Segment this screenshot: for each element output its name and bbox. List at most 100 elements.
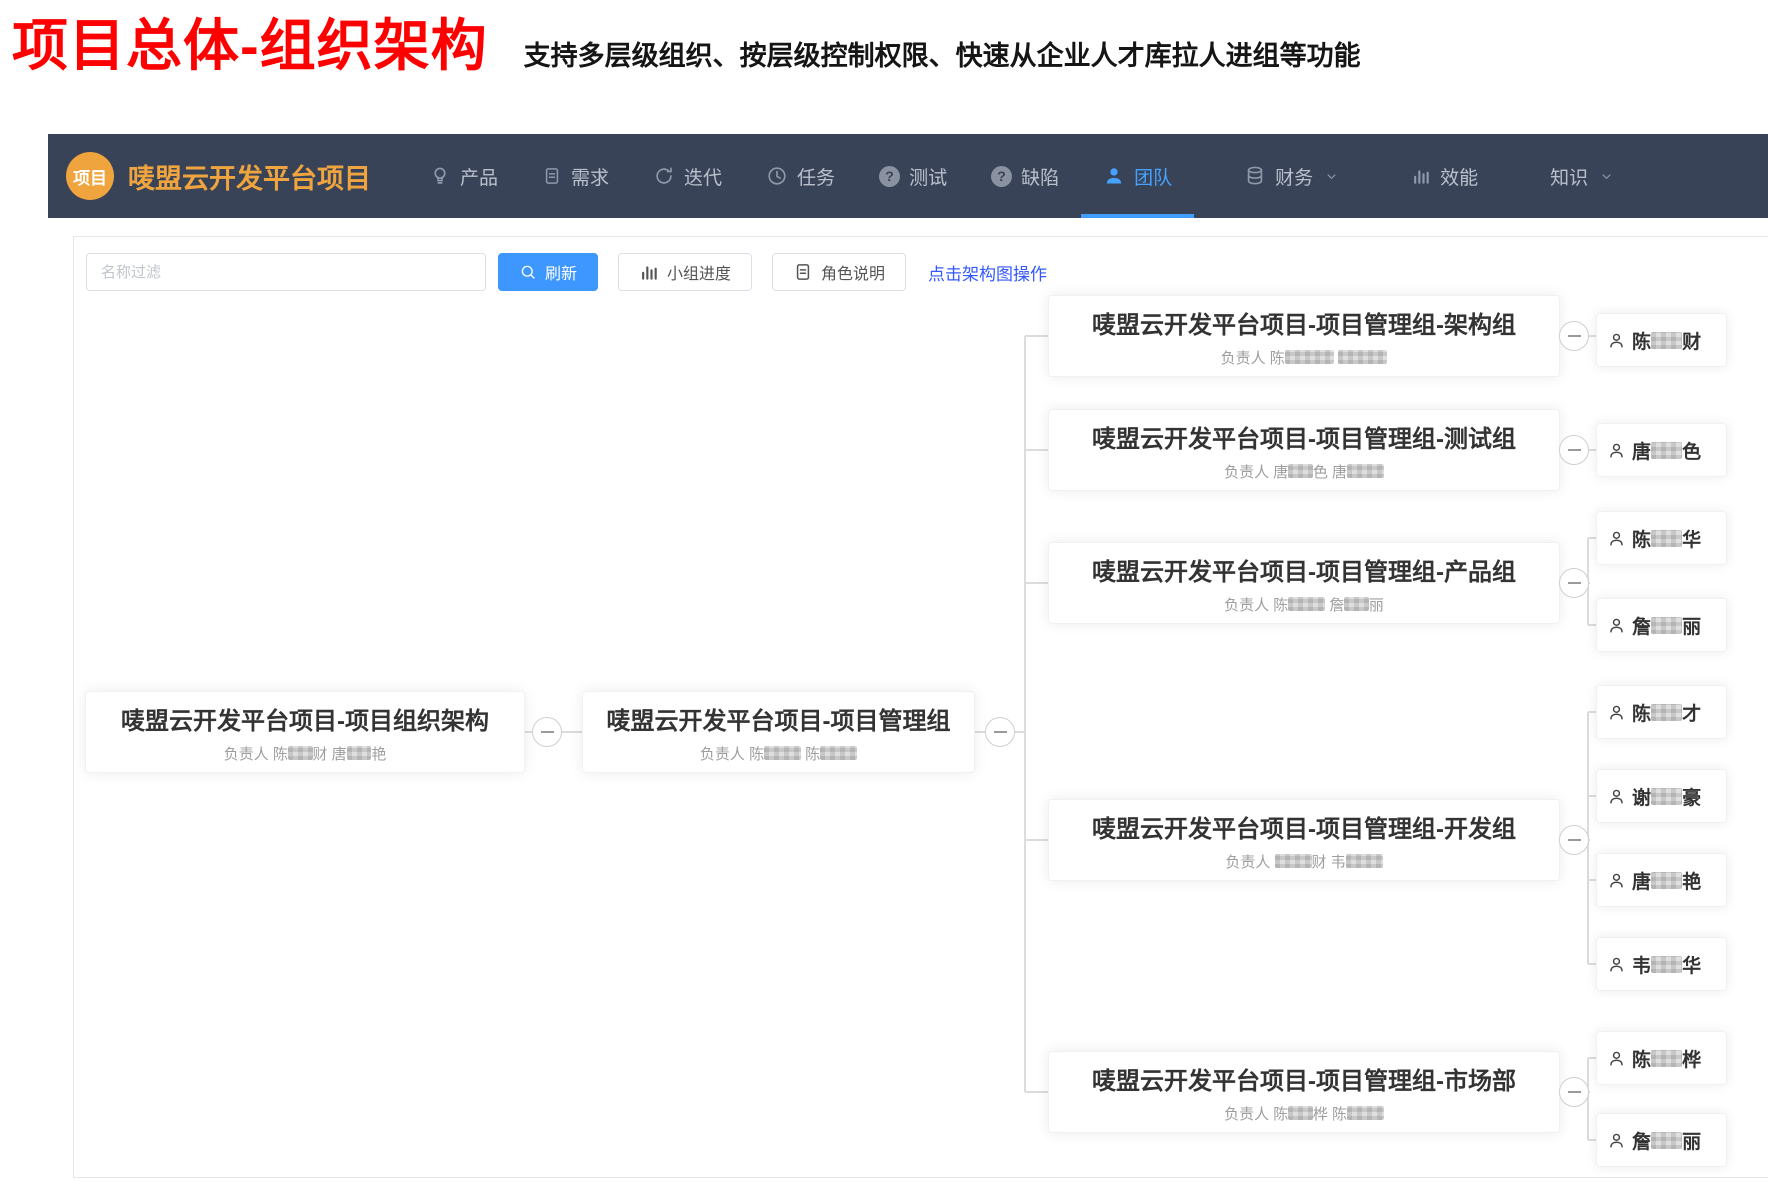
chevron-down-icon bbox=[1599, 169, 1614, 184]
blurred-text bbox=[1347, 464, 1384, 478]
blurred-text bbox=[1651, 442, 1682, 459]
nav-item-label: 需求 bbox=[571, 163, 609, 190]
org-group-node[interactable]: 唛盟云开发平台项目-项目管理组-架构组 负责人 陈 bbox=[1048, 295, 1560, 377]
member-card[interactable]: 韦华 bbox=[1596, 937, 1727, 991]
person-icon bbox=[1607, 703, 1626, 722]
member-card[interactable]: 陈才 bbox=[1596, 685, 1727, 739]
collapse-toggle[interactable] bbox=[1559, 1077, 1589, 1107]
collapse-toggle[interactable] bbox=[1559, 435, 1589, 465]
member-name: 唐艳 bbox=[1632, 867, 1701, 894]
page-subtitle: 支持多层级组织、按层级控制权限、快速从企业人才库拉人进组等功能 bbox=[524, 34, 1361, 73]
org-node-title: 唛盟云开发平台项目-项目管理组-产品组 bbox=[1092, 552, 1516, 587]
navbar-menu: 产品 需求 迭代任务?测试?缺陷 团队 财务 效能知识 bbox=[407, 134, 1636, 218]
blurred-text bbox=[1346, 854, 1383, 868]
nav-item-需求[interactable]: 需求 bbox=[520, 134, 631, 218]
nav-item-测试[interactable]: ?测试 bbox=[857, 134, 969, 218]
org-root-node[interactable]: 唛盟云开发平台项目-项目组织架构 负责人 陈财 唐艳 bbox=[85, 691, 525, 773]
member-card[interactable]: 詹丽 bbox=[1596, 1113, 1727, 1167]
org-group-node[interactable]: 唛盟云开发平台项目-项目管理组-产品组 负责人 陈 詹丽 bbox=[1048, 542, 1560, 624]
page-title: 项目总体-组织架构 bbox=[12, 14, 488, 78]
blurred-text bbox=[347, 746, 372, 760]
person-icon bbox=[1607, 616, 1626, 635]
connector-line bbox=[1025, 582, 1048, 584]
org-node-title: 唛盟云开发平台项目-项目管理组-测试组 bbox=[1092, 419, 1516, 454]
nav-item-缺陷[interactable]: ?缺陷 bbox=[969, 134, 1081, 218]
org-management-node[interactable]: 唛盟云开发平台项目-项目管理组 负责人 陈 陈 bbox=[582, 691, 975, 773]
group-progress-label: 小组进度 bbox=[667, 260, 731, 284]
owner-label: 负责人 bbox=[700, 746, 745, 763]
owner-label: 负责人 bbox=[1221, 350, 1266, 367]
blurred-text bbox=[1651, 788, 1682, 805]
member-card[interactable]: 唐艳 bbox=[1596, 853, 1727, 907]
collapse-toggle[interactable] bbox=[1559, 568, 1589, 598]
collapse-toggle[interactable] bbox=[1559, 825, 1589, 855]
org-group-node[interactable]: 唛盟云开发平台项目-项目管理组-开发组 负责人 财 韦 bbox=[1048, 799, 1560, 881]
nav-item-知识[interactable]: 知识 bbox=[1528, 134, 1636, 218]
blurred-text bbox=[1347, 1106, 1384, 1120]
group-progress-button[interactable]: 小组进度 bbox=[618, 253, 752, 291]
member-name: 陈桦 bbox=[1632, 1045, 1701, 1072]
blurred-text bbox=[1651, 956, 1682, 973]
page-header: 项目总体-组织架构 支持多层级组织、按层级控制权限、快速从企业人才库拉人进组等功… bbox=[0, 0, 1768, 108]
refresh-button[interactable]: 刷新 bbox=[498, 253, 598, 291]
nav-item-label: 财务 bbox=[1275, 163, 1313, 190]
collapse-toggle[interactable] bbox=[532, 717, 562, 747]
clock-icon bbox=[766, 165, 788, 187]
blurred-text bbox=[1651, 872, 1682, 889]
project-logo[interactable]: 项目 bbox=[66, 152, 114, 200]
member-card[interactable]: 陈桦 bbox=[1596, 1031, 1727, 1085]
nav-item-任务[interactable]: 任务 bbox=[744, 134, 857, 218]
nav-item-产品[interactable]: 产品 bbox=[407, 134, 520, 218]
toolbar: 刷新 小组进度 角色说明 点击架构图操作 bbox=[86, 253, 1047, 291]
blurred-text bbox=[820, 746, 857, 760]
collapse-toggle[interactable] bbox=[985, 717, 1015, 747]
nav-item-效能[interactable]: 效能 bbox=[1389, 134, 1500, 218]
blurred-text bbox=[1651, 1050, 1682, 1067]
org-node-title: 唛盟云开发平台项目-项目管理组 bbox=[607, 701, 951, 736]
iteration-icon bbox=[653, 165, 675, 187]
search-icon bbox=[519, 263, 537, 281]
member-name: 陈财 bbox=[1632, 327, 1701, 354]
bulb-icon bbox=[429, 165, 451, 187]
owner-label: 负责人 bbox=[1224, 597, 1269, 614]
member-card[interactable]: 陈华 bbox=[1596, 511, 1727, 565]
person-icon bbox=[1607, 331, 1626, 350]
member-card[interactable]: 唐色 bbox=[1596, 423, 1727, 477]
owner-label: 负责人 bbox=[1224, 1106, 1269, 1123]
org-node-owner: 负责人 唐色 唐 bbox=[1224, 461, 1384, 482]
person-icon bbox=[1103, 165, 1125, 187]
role-desc-button[interactable]: 角色说明 bbox=[772, 253, 906, 291]
connector-line bbox=[1588, 1057, 1596, 1059]
org-node-owner: 负责人 陈 詹丽 bbox=[1224, 594, 1384, 615]
nav-item-label: 迭代 bbox=[684, 163, 722, 190]
blurred-text bbox=[1288, 597, 1325, 611]
org-group-node[interactable]: 唛盟云开发平台项目-项目管理组-测试组 负责人 唐色 唐 bbox=[1048, 409, 1560, 491]
owner-label: 负责人 bbox=[1225, 854, 1270, 871]
member-name: 唐色 bbox=[1632, 437, 1701, 464]
org-node-title: 唛盟云开发平台项目-项目管理组-架构组 bbox=[1092, 305, 1516, 340]
nav-item-label: 团队 bbox=[1134, 163, 1172, 190]
role-desc-label: 角色说明 bbox=[821, 260, 885, 284]
member-card[interactable]: 陈财 bbox=[1596, 313, 1727, 367]
member-name: 詹丽 bbox=[1632, 612, 1701, 639]
member-card[interactable]: 谢豪 bbox=[1596, 769, 1727, 823]
person-icon bbox=[1607, 787, 1626, 806]
connector-line bbox=[1025, 1091, 1048, 1093]
document-icon bbox=[793, 262, 813, 282]
connector-line bbox=[1587, 1058, 1589, 1140]
blurred-text bbox=[1288, 464, 1313, 478]
filter-input[interactable] bbox=[86, 253, 486, 291]
nav-item-团队[interactable]: 团队 bbox=[1081, 134, 1194, 218]
chart-hint-link[interactable]: 点击架构图操作 bbox=[928, 260, 1047, 285]
blurred-text bbox=[1288, 1106, 1313, 1120]
nav-item-迭代[interactable]: 迭代 bbox=[631, 134, 744, 218]
collapse-toggle[interactable] bbox=[1559, 321, 1589, 351]
org-node-owner: 负责人 陈桦 陈 bbox=[1224, 1103, 1384, 1124]
org-group-node[interactable]: 唛盟云开发平台项目-项目管理组-市场部 负责人 陈桦 陈 bbox=[1048, 1051, 1560, 1133]
nav-item-财务[interactable]: 财务 bbox=[1222, 134, 1361, 218]
connector-line bbox=[1588, 795, 1596, 797]
question-circle-icon: ? bbox=[991, 166, 1012, 187]
page: 项目总体-组织架构 支持多层级组织、按层级控制权限、快速从企业人才库拉人进组等功… bbox=[0, 0, 1768, 1182]
member-card[interactable]: 詹丽 bbox=[1596, 598, 1727, 652]
question-circle-icon: ? bbox=[879, 166, 900, 187]
